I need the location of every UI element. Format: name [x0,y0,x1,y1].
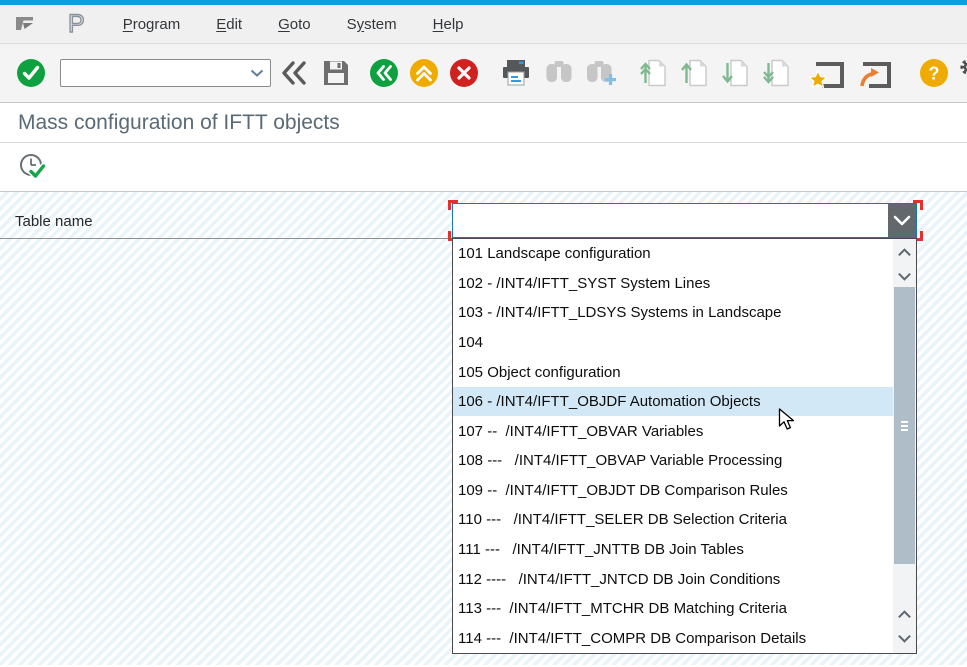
selection-screen: Table name 101 Landscape configuration10… [0,192,967,665]
enter-button[interactable] [16,58,46,88]
list-item-111[interactable]: 111 --- /INT4/IFTT_JNTTB DB Join Tables [453,535,893,565]
chevron-up-icon [897,248,912,257]
scroll-down-bottom-button[interactable] [893,629,916,647]
menu-bar: P Program Edit Goto System Help [0,5,967,44]
application-toolbar [0,143,967,192]
dropdown-list: 101 Landscape configuration102 - /INT4/I… [452,238,917,654]
list-item-109[interactable]: 109 -- /INT4/IFTT_OBJDT DB Comparison Ru… [453,476,893,506]
list-item-108[interactable]: 108 --- /INT4/IFTT_OBVAP Variable Proces… [453,446,893,476]
page-double-down-icon [762,58,791,88]
command-field-dropdown-icon[interactable] [250,69,264,77]
focus-corner-top-right [913,200,923,210]
exit-chevrons-circle-icon [409,58,439,88]
customize-layout-button[interactable] [958,58,967,88]
svg-text:?: ? [929,64,940,84]
command-field[interactable] [60,59,271,87]
check-circle-icon [16,58,46,88]
find-next-button[interactable] [586,59,616,87]
sap-gui-window: P Program Edit Goto System Help [0,0,967,667]
sap-gui-logo-icon: P [68,12,85,37]
list-item-112[interactable]: 112 ---- /INT4/IFTT_JNTCD DB Join Condit… [453,564,893,594]
find-button[interactable] [544,59,574,87]
execute-clock-check-icon [18,152,48,182]
list-item-101[interactable]: 101 Landscape configuration [453,239,893,269]
save-button[interactable] [321,58,351,88]
chevron-down-icon [897,634,912,643]
dropdown-scrollbar[interactable] [893,239,916,653]
combobox-dropdown-button[interactable] [888,204,916,237]
binoculars-icon [544,59,574,87]
previous-page-button[interactable] [680,58,709,88]
menu-items: Program Edit Goto System Help [123,16,464,33]
gears-icon [958,58,967,88]
page-down-icon [721,58,750,88]
print-button[interactable] [500,58,532,88]
double-chevron-left-icon [280,60,308,86]
page-up-icon [680,58,709,88]
printer-icon [500,58,532,88]
title-bar: Mass configuration of IFTT objects [0,103,967,143]
separator-line [0,238,452,239]
system-menu-icon[interactable] [14,15,38,33]
generate-shortcut-button[interactable] [855,57,892,89]
list-item-105[interactable]: 105 Object configuration [453,357,893,387]
first-page-button[interactable] [639,58,668,88]
new-session-button[interactable] [808,57,845,89]
standard-toolbar: ? [0,44,967,103]
list-item-114[interactable]: 114 --- /INT4/IFTT_COMPR DB Comparison D… [453,624,893,654]
back-button[interactable] [369,58,399,88]
window-flag-icon [14,15,38,33]
page-double-up-icon [639,58,668,88]
collapse-command-field-button[interactable] [280,59,308,87]
window-shortcut-arrow-icon [855,57,892,89]
floppy-disk-icon [321,58,351,88]
chevron-down-icon [893,215,911,226]
mouse-cursor [778,408,797,431]
menu-program[interactable]: Program [123,16,181,33]
list-item-104[interactable]: 104 [453,328,893,358]
list-item-110[interactable]: 110 --- /INT4/IFTT_SELER DB Selection Cr… [453,505,893,535]
list-item-102[interactable]: 102 - /INT4/IFTT_SYST System Lines [453,269,893,299]
next-page-button[interactable] [721,58,750,88]
dropdown-rows: 101 Landscape configuration102 - /INT4/I… [453,239,893,653]
list-item-103[interactable]: 103 - /INT4/IFTT_LDSYS Systems in Landsc… [453,298,893,328]
command-input[interactable] [61,60,250,86]
menu-help[interactable]: Help [433,16,464,33]
chevron-down-icon [250,69,264,77]
scrollbar-grip-icon [901,421,908,431]
binoculars-plus-icon [586,59,616,87]
chevron-up-icon [897,610,912,619]
scroll-up-button[interactable] [893,243,916,261]
back-chevrons-circle-icon [369,58,399,88]
focus-corner-top-left [448,200,458,210]
last-page-button[interactable] [762,58,791,88]
window-star-icon [808,57,845,89]
list-item-107[interactable]: 107 -- /INT4/IFTT_OBVAR Variables [453,416,893,446]
list-item-106[interactable]: 106 - /INT4/IFTT_OBJDF Automation Object… [453,387,893,417]
menu-edit[interactable]: Edit [216,16,242,33]
execute-button[interactable] [18,152,48,182]
table-name-combobox[interactable] [452,203,917,238]
menu-system[interactable]: System [347,16,397,33]
page-title: Mass configuration of IFTT objects [18,111,340,135]
chevron-down-icon [897,272,912,281]
scrollbar-thumb[interactable] [894,287,915,564]
scroll-up-bottom-button[interactable] [893,605,916,623]
cancel-button[interactable] [449,58,479,88]
x-circle-icon [449,58,479,88]
exit-button[interactable] [409,58,439,88]
list-item-113[interactable]: 113 --- /INT4/IFTT_MTCHR DB Matching Cri… [453,594,893,624]
scroll-down-button[interactable] [893,267,916,285]
question-circle-icon: ? [919,58,949,88]
combobox-input[interactable] [453,204,888,237]
menu-goto[interactable]: Goto [278,16,311,33]
table-name-label: Table name [15,213,93,230]
help-button[interactable]: ? [919,58,949,88]
